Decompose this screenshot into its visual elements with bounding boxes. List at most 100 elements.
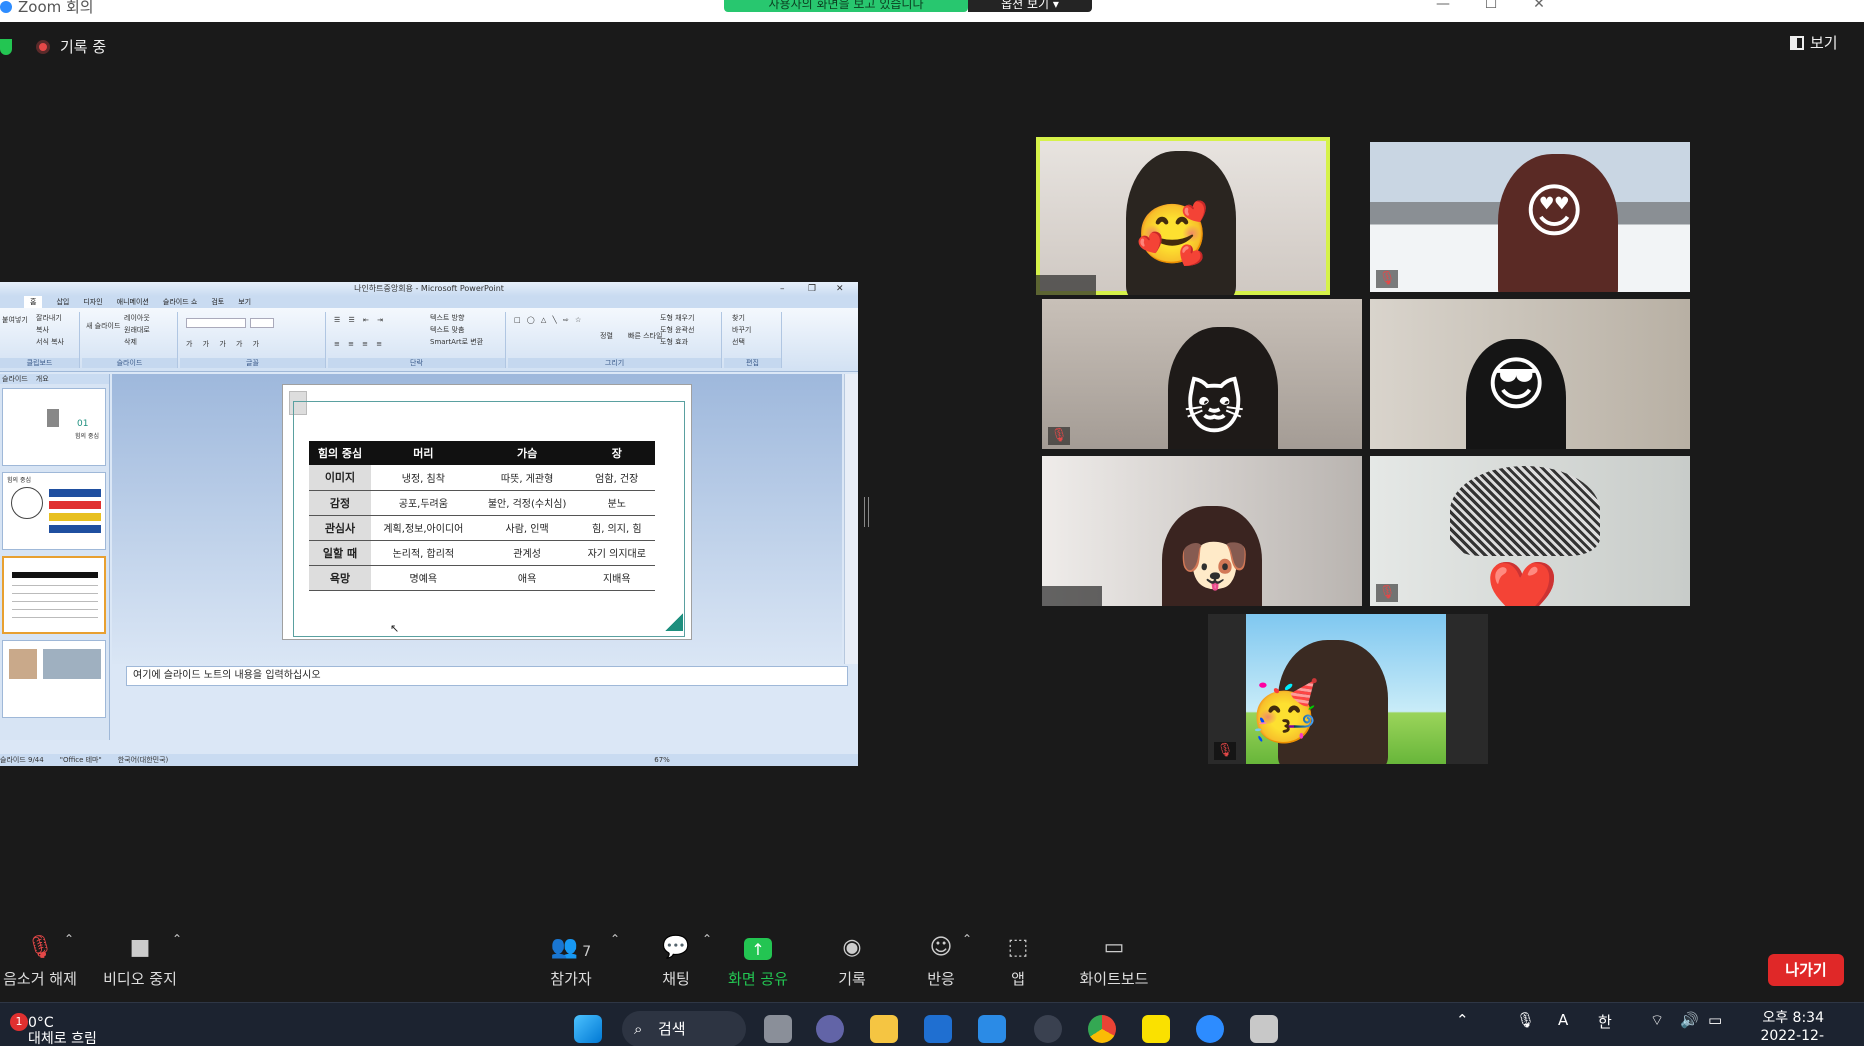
shared-screen-powerpoint[interactable]: 나인하트중앙회용 - Microsoft PowerPoint – ❐ ✕ 홈 … — [0, 282, 858, 766]
status-slide-number: 슬라이드 9/44 — [0, 756, 44, 764]
quick-styles-button[interactable]: 빠른 스타일 — [628, 332, 662, 341]
stop-video-button[interactable]: ■ ⌃ 비디오 중지 — [92, 922, 188, 1002]
video-tile[interactable]: 🐱 🎙 — [1042, 299, 1362, 449]
security-shield-icon[interactable] — [0, 39, 12, 55]
cut-button[interactable]: 잘라내기 — [36, 314, 62, 323]
share-screen-button[interactable]: ↑ 화면 공유 — [722, 922, 794, 1002]
text-align-button[interactable]: 텍스트 맞춤 — [430, 326, 464, 335]
ppt-close-icon[interactable]: ✕ — [836, 282, 844, 296]
volume-icon[interactable]: 🔊 — [1680, 1011, 1699, 1029]
font-name-box[interactable] — [186, 318, 246, 328]
pane-tab-slides[interactable]: 슬라이드 — [2, 374, 28, 384]
video-tile-active-speaker[interactable]: 🥰 — [1036, 137, 1330, 295]
close-icon[interactable]: ✕ — [1524, 0, 1554, 12]
pane-tab-outline[interactable]: 개요 — [36, 374, 49, 384]
slide-thumbnail[interactable]: 01 힘의 중심 — [2, 388, 106, 466]
smartart-button[interactable]: SmartArt로 변환 — [430, 338, 483, 347]
slide-canvas[interactable]: 힘의 중심 머리 가슴 장 이미지 냉정, 침착 따뜻, 게관형 엄함, 건장 — [112, 374, 842, 664]
battery-icon[interactable]: ▭ — [1708, 1011, 1722, 1029]
ppt-tab-animation[interactable]: 애니메이션 — [117, 296, 149, 308]
ppt-tab-slideshow[interactable]: 슬라이드 쇼 — [163, 296, 197, 308]
ppt-tab-view[interactable]: 보기 — [238, 296, 251, 308]
video-tile[interactable]: ❤️ 🎙 — [1370, 456, 1690, 606]
text-direction-button[interactable]: 텍스트 방향 — [430, 314, 464, 323]
clock-date: 2022-12-21 — [1760, 1028, 1824, 1044]
video-tile[interactable]: 🐶 — [1042, 456, 1362, 606]
slide-scrollbar[interactable] — [844, 374, 858, 664]
copy-button[interactable]: 복사 — [36, 326, 49, 335]
ime-mode-a[interactable]: A — [1558, 1011, 1568, 1029]
taskbar-search[interactable]: ⌕ 검색 — [622, 1011, 746, 1046]
maximize-icon[interactable]: ☐ — [1476, 0, 1506, 12]
reset-button[interactable]: 원래대로 — [124, 326, 150, 335]
paste-button[interactable]: 붙여넣기 — [2, 316, 28, 325]
chat-button[interactable]: 💬 ⌃ 채팅 — [636, 922, 716, 1002]
houndstooth-hat — [1450, 466, 1600, 556]
replace-button[interactable]: 바꾸기 — [732, 326, 751, 335]
split-handle[interactable] — [864, 497, 869, 527]
chrome-icon[interactable] — [1088, 1015, 1116, 1043]
kakaotalk-icon[interactable] — [1142, 1015, 1170, 1043]
new-slide-button[interactable]: 새 슬라이드 — [86, 322, 120, 331]
status-zoom[interactable]: 67% — [654, 754, 670, 766]
slide-thumbnail-selected[interactable] — [2, 556, 106, 634]
current-slide[interactable]: 힘의 중심 머리 가슴 장 이미지 냉정, 침착 따뜻, 게관형 엄함, 건장 — [282, 384, 692, 640]
shape-outline-button[interactable]: 도형 윤곽선 — [660, 326, 694, 335]
ime-mode-han[interactable]: 한 — [1598, 1011, 1612, 1032]
delete-button[interactable]: 삭제 — [124, 338, 137, 347]
layout-button[interactable]: 레이아웃 — [124, 314, 150, 323]
ppt-tab-home[interactable]: 홈 — [24, 296, 43, 308]
align-buttons[interactable]: ≡ ≡ ≡ ≡ — [334, 340, 385, 349]
weather-widget[interactable]: 0°C 대체로 흐림 — [28, 1015, 97, 1046]
arrange-button[interactable]: 정렬 — [600, 332, 613, 341]
slide-thumbnail[interactable]: 힘의 중심 — [2, 472, 106, 550]
video-tile[interactable]: 😍 🎙 — [1370, 142, 1690, 292]
tray-overflow-icon[interactable]: ⌃ — [1456, 1011, 1469, 1029]
ppt-restore-icon[interactable]: ❐ — [808, 282, 816, 296]
ppt-tab-design[interactable]: 디자인 — [83, 296, 102, 308]
ppt-minimize-icon[interactable]: – — [780, 282, 785, 296]
group-label-slides: 슬라이드 — [82, 358, 177, 368]
wifi-icon[interactable]: ⌔ — [1650, 1011, 1664, 1030]
find-button[interactable]: 찾기 — [732, 314, 745, 323]
font-size-box[interactable] — [250, 318, 274, 328]
video-tile[interactable]: 🥳 🎙 — [1208, 614, 1488, 764]
font-format-buttons[interactable]: 가 가 가 가 가 — [186, 340, 263, 349]
record-button[interactable]: ◉ 기록 — [822, 922, 882, 1002]
snipping-tool-icon[interactable] — [1250, 1015, 1278, 1043]
slide-corner-decoration — [665, 613, 683, 631]
unmute-button[interactable]: 🎙 ⌃ 음소거 해제 — [0, 922, 80, 1002]
format-painter-button[interactable]: 서식 복사 — [36, 338, 64, 347]
whiteboard-button[interactable]: ▭ 화이트보드 — [1074, 922, 1154, 1002]
microphone-tray-icon[interactable]: 🎙 — [1516, 1011, 1535, 1029]
view-options-button[interactable]: 옵션 보기 ▾ — [968, 0, 1092, 12]
recording-indicator[interactable]: 기록 중 — [36, 36, 106, 57]
mail-icon[interactable] — [978, 1015, 1006, 1043]
table-cell: 따뜻, 게관형 — [475, 465, 579, 491]
slide-notes-field[interactable]: 여기에 슬라이드 노트의 내용을 입력하십시오 — [126, 666, 848, 686]
settings-gear-icon[interactable] — [1034, 1015, 1062, 1043]
participants-button[interactable]: 👥 7 ⌃ 참가자 — [516, 922, 626, 1002]
shape-fill-button[interactable]: 도형 채우기 — [660, 314, 694, 323]
reactions-button[interactable]: ☺ ⌃ 반응 — [906, 922, 976, 1002]
shape-effects-button[interactable]: 도형 효과 — [660, 338, 688, 347]
ppt-status-bar: 슬라이드 9/44 "Office 테마" 한국어(대한민국) 67% — [0, 754, 858, 766]
windows-start-icon[interactable] — [574, 1015, 602, 1043]
system-clock[interactable]: 오후 8:34 2022-12-21 — [1752, 1009, 1824, 1046]
apps-button[interactable]: ⬚ 앱 — [998, 922, 1038, 1002]
slide-thumbnail[interactable] — [2, 640, 106, 718]
file-explorer-icon[interactable] — [870, 1015, 898, 1043]
zoom-taskbar-icon[interactable] — [1196, 1015, 1224, 1043]
video-tile[interactable]: 😎 — [1370, 299, 1690, 449]
store-icon[interactable] — [924, 1015, 952, 1043]
view-button[interactable]: 보기 — [1790, 32, 1838, 53]
teams-chat-icon[interactable] — [816, 1015, 844, 1043]
leave-button[interactable]: 나가기 — [1768, 954, 1844, 986]
task-view-icon[interactable] — [764, 1015, 792, 1043]
ppt-tab-review[interactable]: 검토 — [211, 296, 224, 308]
list-buttons[interactable]: ☰ ☰ ⇤ ⇥ — [334, 316, 386, 325]
minimize-icon[interactable]: — — [1428, 0, 1458, 12]
ppt-tab-insert[interactable]: 삽입 — [56, 296, 69, 308]
shapes-gallery[interactable]: □ ◯ △ ╲ ⇨ ☆ — [514, 316, 583, 325]
select-button[interactable]: 선택 — [732, 338, 745, 347]
